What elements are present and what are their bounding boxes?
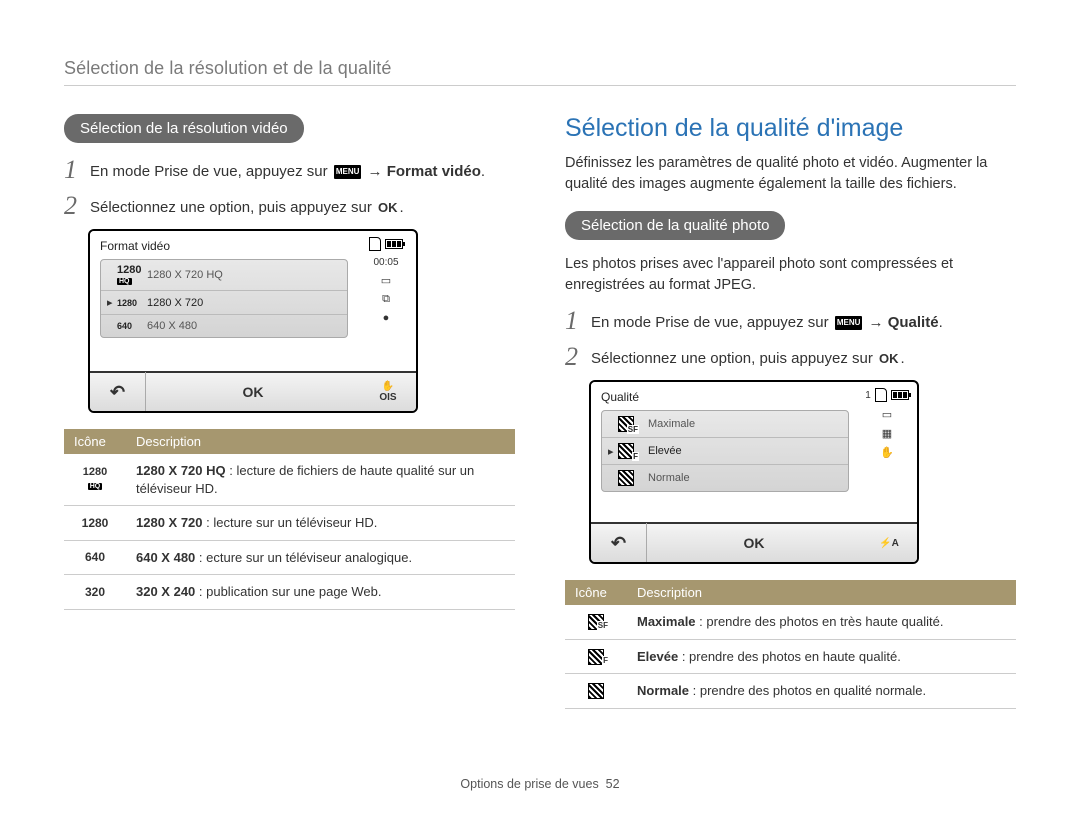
screen-option-list: 1280HQ 1280 X 720 HQ ▸ 1280 1280 X 720 6… bbox=[100, 259, 348, 338]
ois-icon: ✋ bbox=[880, 446, 894, 459]
subsection-pill-photo-quality: Sélection de la qualité photo bbox=[565, 211, 785, 240]
screen-option-row[interactable]: 1280HQ 1280 X 720 HQ bbox=[101, 260, 347, 291]
step-period: . bbox=[901, 350, 905, 367]
table-row: 320 320 X 240 : publication sur une page… bbox=[64, 575, 515, 610]
option-label: Maximale bbox=[648, 418, 695, 430]
option-label: 1280 X 720 HQ bbox=[147, 269, 223, 281]
step-number: 1 bbox=[565, 308, 591, 334]
screen-status-bar: 00:05 ▭ ⧉ ● bbox=[356, 231, 416, 371]
table-header-description: Description bbox=[126, 429, 515, 454]
subsection-pill-video-resolution: Sélection de la résolution vidéo bbox=[64, 114, 304, 143]
option-label: 1280 X 720 bbox=[147, 297, 203, 309]
step-text: En mode Prise de vue, appuyez sur bbox=[90, 163, 328, 180]
step-number: 1 bbox=[64, 157, 90, 183]
quality-icon: F bbox=[618, 443, 634, 459]
battery-icon bbox=[891, 390, 909, 400]
ois-indicator: ✋OIS bbox=[360, 381, 416, 403]
ok-button[interactable]: OK bbox=[146, 384, 360, 400]
resolution-indicator-icon: ▭ bbox=[882, 408, 892, 421]
table-row: F Elevée : prendre des photos en haute q… bbox=[565, 639, 1016, 674]
option-label: 640 X 480 bbox=[147, 320, 197, 332]
table-row: 640 640 X 480 : ecture sur un téléviseur… bbox=[64, 540, 515, 575]
intro-text: Définissez les paramètres de qualité pho… bbox=[565, 153, 1016, 195]
step-period: . bbox=[400, 199, 404, 216]
selection-arrow-icon: ▸ bbox=[608, 445, 618, 458]
sd-card-icon bbox=[875, 388, 887, 402]
back-button[interactable]: ↶ bbox=[90, 372, 146, 412]
step-number: 2 bbox=[64, 193, 90, 219]
ok-icon: OK bbox=[877, 351, 901, 366]
video-formats-table: Icône Description 1280HQ 1280 X 720 HQ :… bbox=[64, 429, 515, 610]
camera-screen-quality: Qualité SF Maximale ▸ F Elevée bbox=[589, 380, 919, 564]
menu-icon: MENU bbox=[334, 165, 362, 179]
resolution-indicator-icon: ▭ bbox=[381, 274, 391, 287]
step-text: Sélectionnez une option, puis appuyez su… bbox=[90, 199, 372, 216]
step-1: 1 En mode Prise de vue, appuyez sur MENU… bbox=[565, 308, 1016, 334]
screen-status-bar: 1 ▭ ▦ ✋ bbox=[857, 382, 917, 522]
camera-screen-video: Format vidéo 1280HQ 1280 X 720 HQ ▸ 1280… bbox=[88, 229, 418, 413]
screen-option-row[interactable]: Normale bbox=[602, 465, 848, 491]
framerate-icon: ⧉ bbox=[382, 293, 390, 306]
table-header-description: Description bbox=[627, 580, 1016, 605]
step-text: En mode Prise de vue, appuyez sur bbox=[591, 314, 829, 331]
table-row: 1280 1280 X 720 : lecture sur un télévis… bbox=[64, 506, 515, 541]
sd-card-icon bbox=[369, 237, 381, 251]
quality-icon: F bbox=[588, 649, 604, 665]
screen-option-list: SF Maximale ▸ F Elevée Normale bbox=[601, 410, 849, 492]
quality-icon bbox=[588, 683, 604, 699]
ok-icon: OK bbox=[376, 200, 400, 215]
battery-icon bbox=[385, 239, 403, 249]
ok-button[interactable]: OK bbox=[647, 535, 861, 551]
screen-title: Qualité bbox=[601, 390, 849, 404]
screen-title: Format vidéo bbox=[100, 239, 348, 253]
selection-arrow-icon: ▸ bbox=[107, 296, 117, 309]
back-button[interactable]: ↶ bbox=[591, 523, 647, 563]
table-row: SF Maximale : prendre des photos en très… bbox=[565, 605, 1016, 639]
step-period: . bbox=[481, 163, 485, 180]
step-bold: → Qualité bbox=[869, 314, 939, 331]
step-2: 2 Sélectionnez une option, puis appuyez … bbox=[565, 344, 1016, 370]
timer-indicator: 00:05 bbox=[373, 257, 398, 268]
option-label: Normale bbox=[648, 472, 690, 484]
step-number: 2 bbox=[565, 344, 591, 370]
screen-option-row[interactable]: ▸ F Elevée bbox=[602, 438, 848, 465]
step-1: 1 En mode Prise de vue, appuyez sur MENU… bbox=[64, 157, 515, 183]
right-column: Sélection de la qualité d'image Définiss… bbox=[565, 114, 1016, 709]
step-text: Sélectionnez une option, puis appuyez su… bbox=[591, 350, 873, 367]
table-header-icon: Icône bbox=[64, 429, 126, 454]
screen-option-row[interactable]: 640 640 X 480 bbox=[101, 315, 347, 337]
step-2: 2 Sélectionnez une option, puis appuyez … bbox=[64, 193, 515, 219]
quality-icon: SF bbox=[618, 416, 634, 432]
table-row: 1280HQ 1280 X 720 HQ : lecture de fichie… bbox=[64, 454, 515, 506]
quality-indicator-icon: ▦ bbox=[882, 427, 892, 440]
breadcrumb: Sélection de la résolution et de la qual… bbox=[64, 58, 1016, 86]
mic-icon: ● bbox=[383, 312, 390, 324]
table-header-icon: Icône bbox=[565, 580, 627, 605]
quality-icon: SF bbox=[588, 614, 604, 630]
left-column: Sélection de la résolution vidéo 1 En mo… bbox=[64, 114, 515, 709]
flash-indicator: ⚡A bbox=[861, 538, 917, 549]
screen-option-row[interactable]: ▸ 1280 1280 X 720 bbox=[101, 291, 347, 315]
menu-icon: MENU bbox=[835, 316, 863, 330]
footer-label: Options de prise de vues bbox=[460, 777, 598, 791]
quality-icon bbox=[618, 470, 634, 486]
table-row: Normale : prendre des photos en qualité … bbox=[565, 674, 1016, 709]
subintro-text: Les photos prises avec l'appareil photo … bbox=[565, 254, 1016, 296]
page-footer: Options de prise de vues 52 bbox=[0, 777, 1080, 791]
step-period: . bbox=[939, 314, 943, 331]
photo-quality-table: Icône Description SF Maximale : prendre … bbox=[565, 580, 1016, 709]
option-label: Elevée bbox=[648, 445, 682, 457]
screen-option-row[interactable]: SF Maximale bbox=[602, 411, 848, 438]
step-bold: → Format vidéo bbox=[368, 163, 481, 180]
counter-indicator: 1 bbox=[865, 390, 871, 401]
footer-page-number: 52 bbox=[606, 777, 620, 791]
section-title: Sélection de la qualité d'image bbox=[565, 114, 1016, 143]
